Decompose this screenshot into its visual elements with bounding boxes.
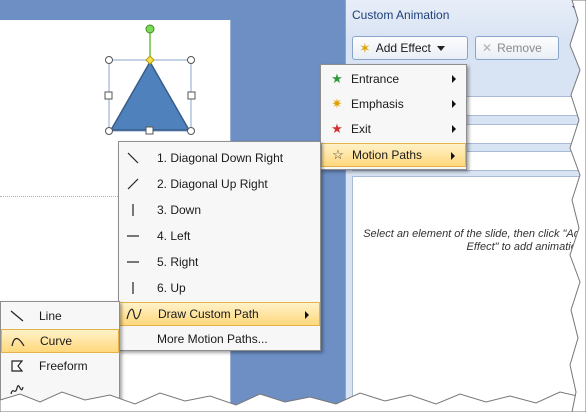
line-tool-icon (9, 308, 25, 324)
add-effect-menu: ★ Entrance ✷ Emphasis ★ Exit ☆ Motion Pa… (320, 64, 467, 170)
right-line-icon (125, 254, 141, 270)
exit-star-icon: ★ (331, 121, 343, 136)
animation-list[interactable] (352, 176, 586, 412)
remove-button[interactable]: ✕ Remove (475, 36, 559, 60)
menu-item-down[interactable]: 3. Down (119, 198, 320, 222)
down-line-icon (125, 202, 141, 218)
chevron-right-icon (452, 100, 456, 108)
menu-item-motion-paths[interactable]: ☆ Motion Paths (321, 143, 466, 167)
menu-item-label: 3. Down (157, 203, 202, 217)
menu-item-up[interactable]: 6. Up (119, 276, 320, 300)
resize-handle[interactable] (105, 56, 113, 64)
pane-hint-text: Select an element of the slide, then cli… (363, 228, 586, 253)
emphasis-star-icon: ✷ (331, 96, 343, 111)
resize-handle[interactable] (187, 91, 196, 100)
add-effect-star-icon: ✶ (359, 39, 371, 56)
torn-edge-right (569, 0, 586, 412)
menu-item-label: Curve (40, 334, 73, 348)
menu-item-label: Freeform (39, 359, 88, 373)
freeform-tool-icon (9, 358, 25, 374)
menu-item-entrance[interactable]: ★ Entrance (321, 67, 466, 91)
curve-tool-icon (10, 333, 26, 349)
menu-item-label: 5. Right (157, 255, 199, 269)
menu-item-curve[interactable]: Curve (1, 329, 119, 353)
chevron-right-icon (305, 311, 309, 319)
menu-item-freeform[interactable]: Freeform (1, 354, 119, 378)
diagonal-up-right-icon (125, 176, 141, 192)
remove-icon: ✕ (482, 41, 493, 55)
resize-handle[interactable] (187, 127, 195, 135)
resize-handle[interactable] (187, 56, 195, 64)
chevron-right-icon (452, 75, 456, 83)
resize-handle[interactable] (145, 126, 154, 135)
rotate-handle[interactable] (145, 24, 155, 34)
add-effect-label: Add Effect (375, 41, 431, 55)
remove-label: Remove (497, 41, 542, 55)
diagonal-down-right-icon (125, 150, 141, 166)
menu-item-right[interactable]: 5. Right (119, 250, 320, 274)
selected-triangle-shape[interactable] (100, 20, 200, 140)
chevron-right-icon (451, 152, 455, 160)
menu-item-draw-custom-path[interactable]: Draw Custom Path (119, 302, 320, 326)
chevron-down-icon (436, 45, 445, 51)
menu-item-label: 6. Up (157, 281, 186, 295)
menu-item-label: Exit (351, 122, 372, 136)
menu-item-left[interactable]: 4. Left (119, 224, 320, 248)
menu-item-exit[interactable]: ★ Exit (321, 117, 466, 141)
curve-path-icon (126, 306, 142, 322)
menu-item-label: Line (39, 309, 62, 323)
resize-handle[interactable] (104, 91, 113, 100)
resize-handle[interactable] (105, 127, 113, 135)
menu-item-label: 1. Diagonal Down Right (157, 151, 284, 165)
menu-item-emphasis[interactable]: ✷ Emphasis (321, 92, 466, 116)
menu-item-label: 2. Diagonal Up Right (157, 177, 268, 191)
menu-item-label: Motion Paths (352, 148, 423, 162)
menu-item-diagonal-down-right[interactable]: 1. Diagonal Down Right (119, 146, 320, 170)
menu-item-label: Emphasis (351, 97, 404, 111)
menu-item-label: More Motion Paths... (157, 332, 268, 346)
entrance-star-icon: ★ (331, 71, 343, 86)
menu-item-line[interactable]: Line (1, 304, 119, 328)
menu-item-label: Entrance (351, 72, 400, 86)
add-effect-button[interactable]: ✶ Add Effect (352, 36, 468, 60)
menu-item-label: 4. Left (157, 229, 191, 243)
menu-item-more-motion-paths[interactable]: More Motion Paths... (119, 327, 320, 351)
left-line-icon (125, 228, 141, 244)
chevron-right-icon (452, 125, 456, 133)
menu-item-diagonal-up-right[interactable]: 2. Diagonal Up Right (119, 172, 320, 196)
up-line-icon (125, 280, 141, 296)
adjust-handle[interactable] (145, 55, 155, 65)
torn-edge-bottom (0, 391, 586, 412)
motion-paths-menu: 1. Diagonal Down Right 2. Diagonal Up Ri… (118, 141, 321, 351)
pane-title: Custom Animation (352, 8, 450, 22)
motion-paths-star-icon: ☆ (332, 147, 344, 162)
menu-item-label: Draw Custom Path (158, 307, 259, 321)
